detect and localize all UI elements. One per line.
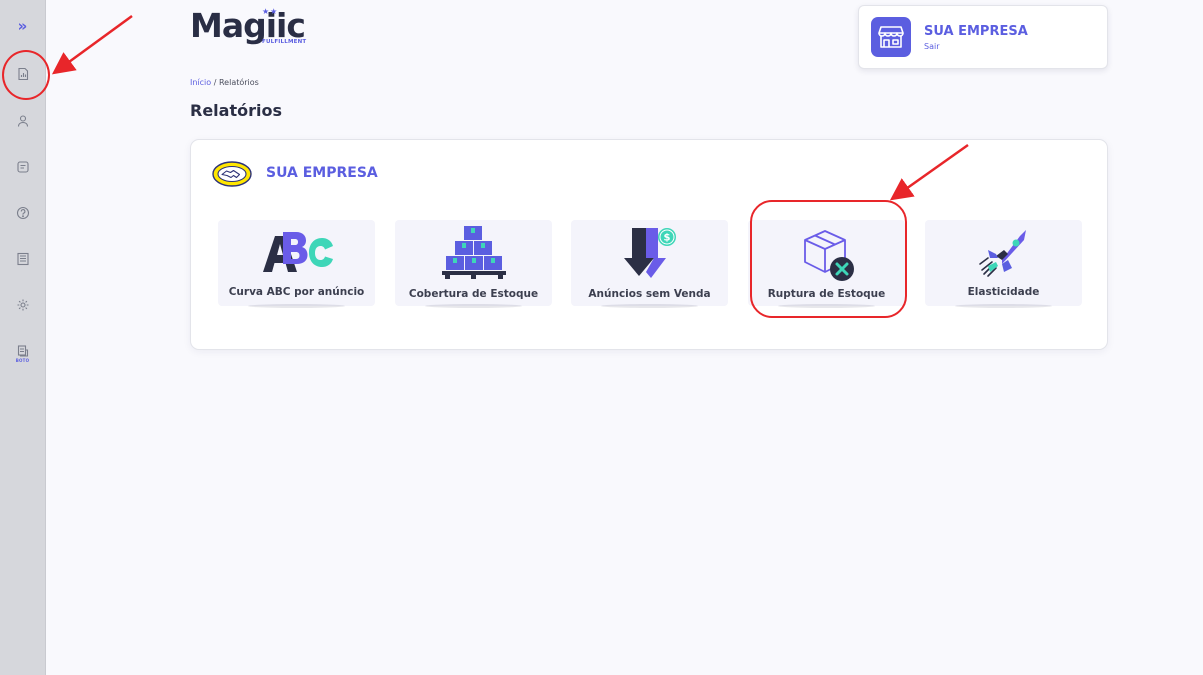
company-name: SUA EMPRESA xyxy=(924,24,1028,39)
page-title: Relatórios xyxy=(190,101,282,120)
boxes-pallet-icon xyxy=(395,226,552,282)
orders-icon[interactable] xyxy=(0,152,45,182)
help-icon[interactable] xyxy=(0,198,45,228)
report-tile-curva-abc[interactable]: Curva ABC por anúncio xyxy=(218,220,375,308)
reports-icon[interactable] xyxy=(0,59,45,89)
tile-label: Anúncios sem Venda xyxy=(588,288,711,300)
tile-label: Curva ABC por anúncio xyxy=(228,286,365,298)
breadcrumb-home-link[interactable]: Início xyxy=(190,78,211,87)
sidebar: » BOTO xyxy=(0,0,46,675)
logout-link[interactable]: Sair xyxy=(924,42,940,51)
user-icon[interactable] xyxy=(0,106,45,136)
breadcrumb-current: Relatórios xyxy=(218,78,259,87)
reports-panel: SUA EMPRESA Curva ABC por anúncio Cobert… xyxy=(190,139,1108,350)
tile-label: Ruptura de Estoque xyxy=(767,288,886,300)
report-tile-anuncios-sem-venda[interactable]: $ Anúncios sem Venda xyxy=(571,220,728,308)
rocket-icon xyxy=(925,226,1082,282)
report-tile-cobertura-estoque[interactable]: Cobertura de Estoque xyxy=(395,220,552,308)
box-x-icon xyxy=(748,226,905,282)
breadcrumb: Início / Relatórios xyxy=(190,78,259,87)
settings-icon[interactable] xyxy=(0,290,45,320)
report-tile-elasticidade[interactable]: Elasticidade xyxy=(925,220,1082,308)
brand-subtitle: FULFILLMENT xyxy=(262,39,307,45)
abc-icon xyxy=(218,226,375,276)
report-tile-ruptura-estoque[interactable]: Ruptura de Estoque xyxy=(748,220,905,308)
expand-sidebar-icon[interactable]: » xyxy=(0,11,45,41)
tile-label: Cobertura de Estoque xyxy=(408,288,539,300)
store-icon xyxy=(871,17,911,57)
breadcrumb-separator: / xyxy=(213,78,217,87)
invoice-icon[interactable] xyxy=(0,244,45,274)
brand-stars: ★★ xyxy=(262,7,279,16)
boto-label: BOTO xyxy=(15,358,30,363)
tile-label: Elasticidade xyxy=(967,286,1040,298)
arrow-down-dollar-icon: $ xyxy=(571,226,728,282)
company-card: SUA EMPRESA Sair xyxy=(858,5,1108,69)
mercado-livre-logo xyxy=(212,161,252,191)
panel-title: SUA EMPRESA xyxy=(266,165,378,181)
brand-logo[interactable]: Magiic ★★ FULFILLMENT xyxy=(190,6,330,50)
svg-text:$: $ xyxy=(663,233,670,244)
